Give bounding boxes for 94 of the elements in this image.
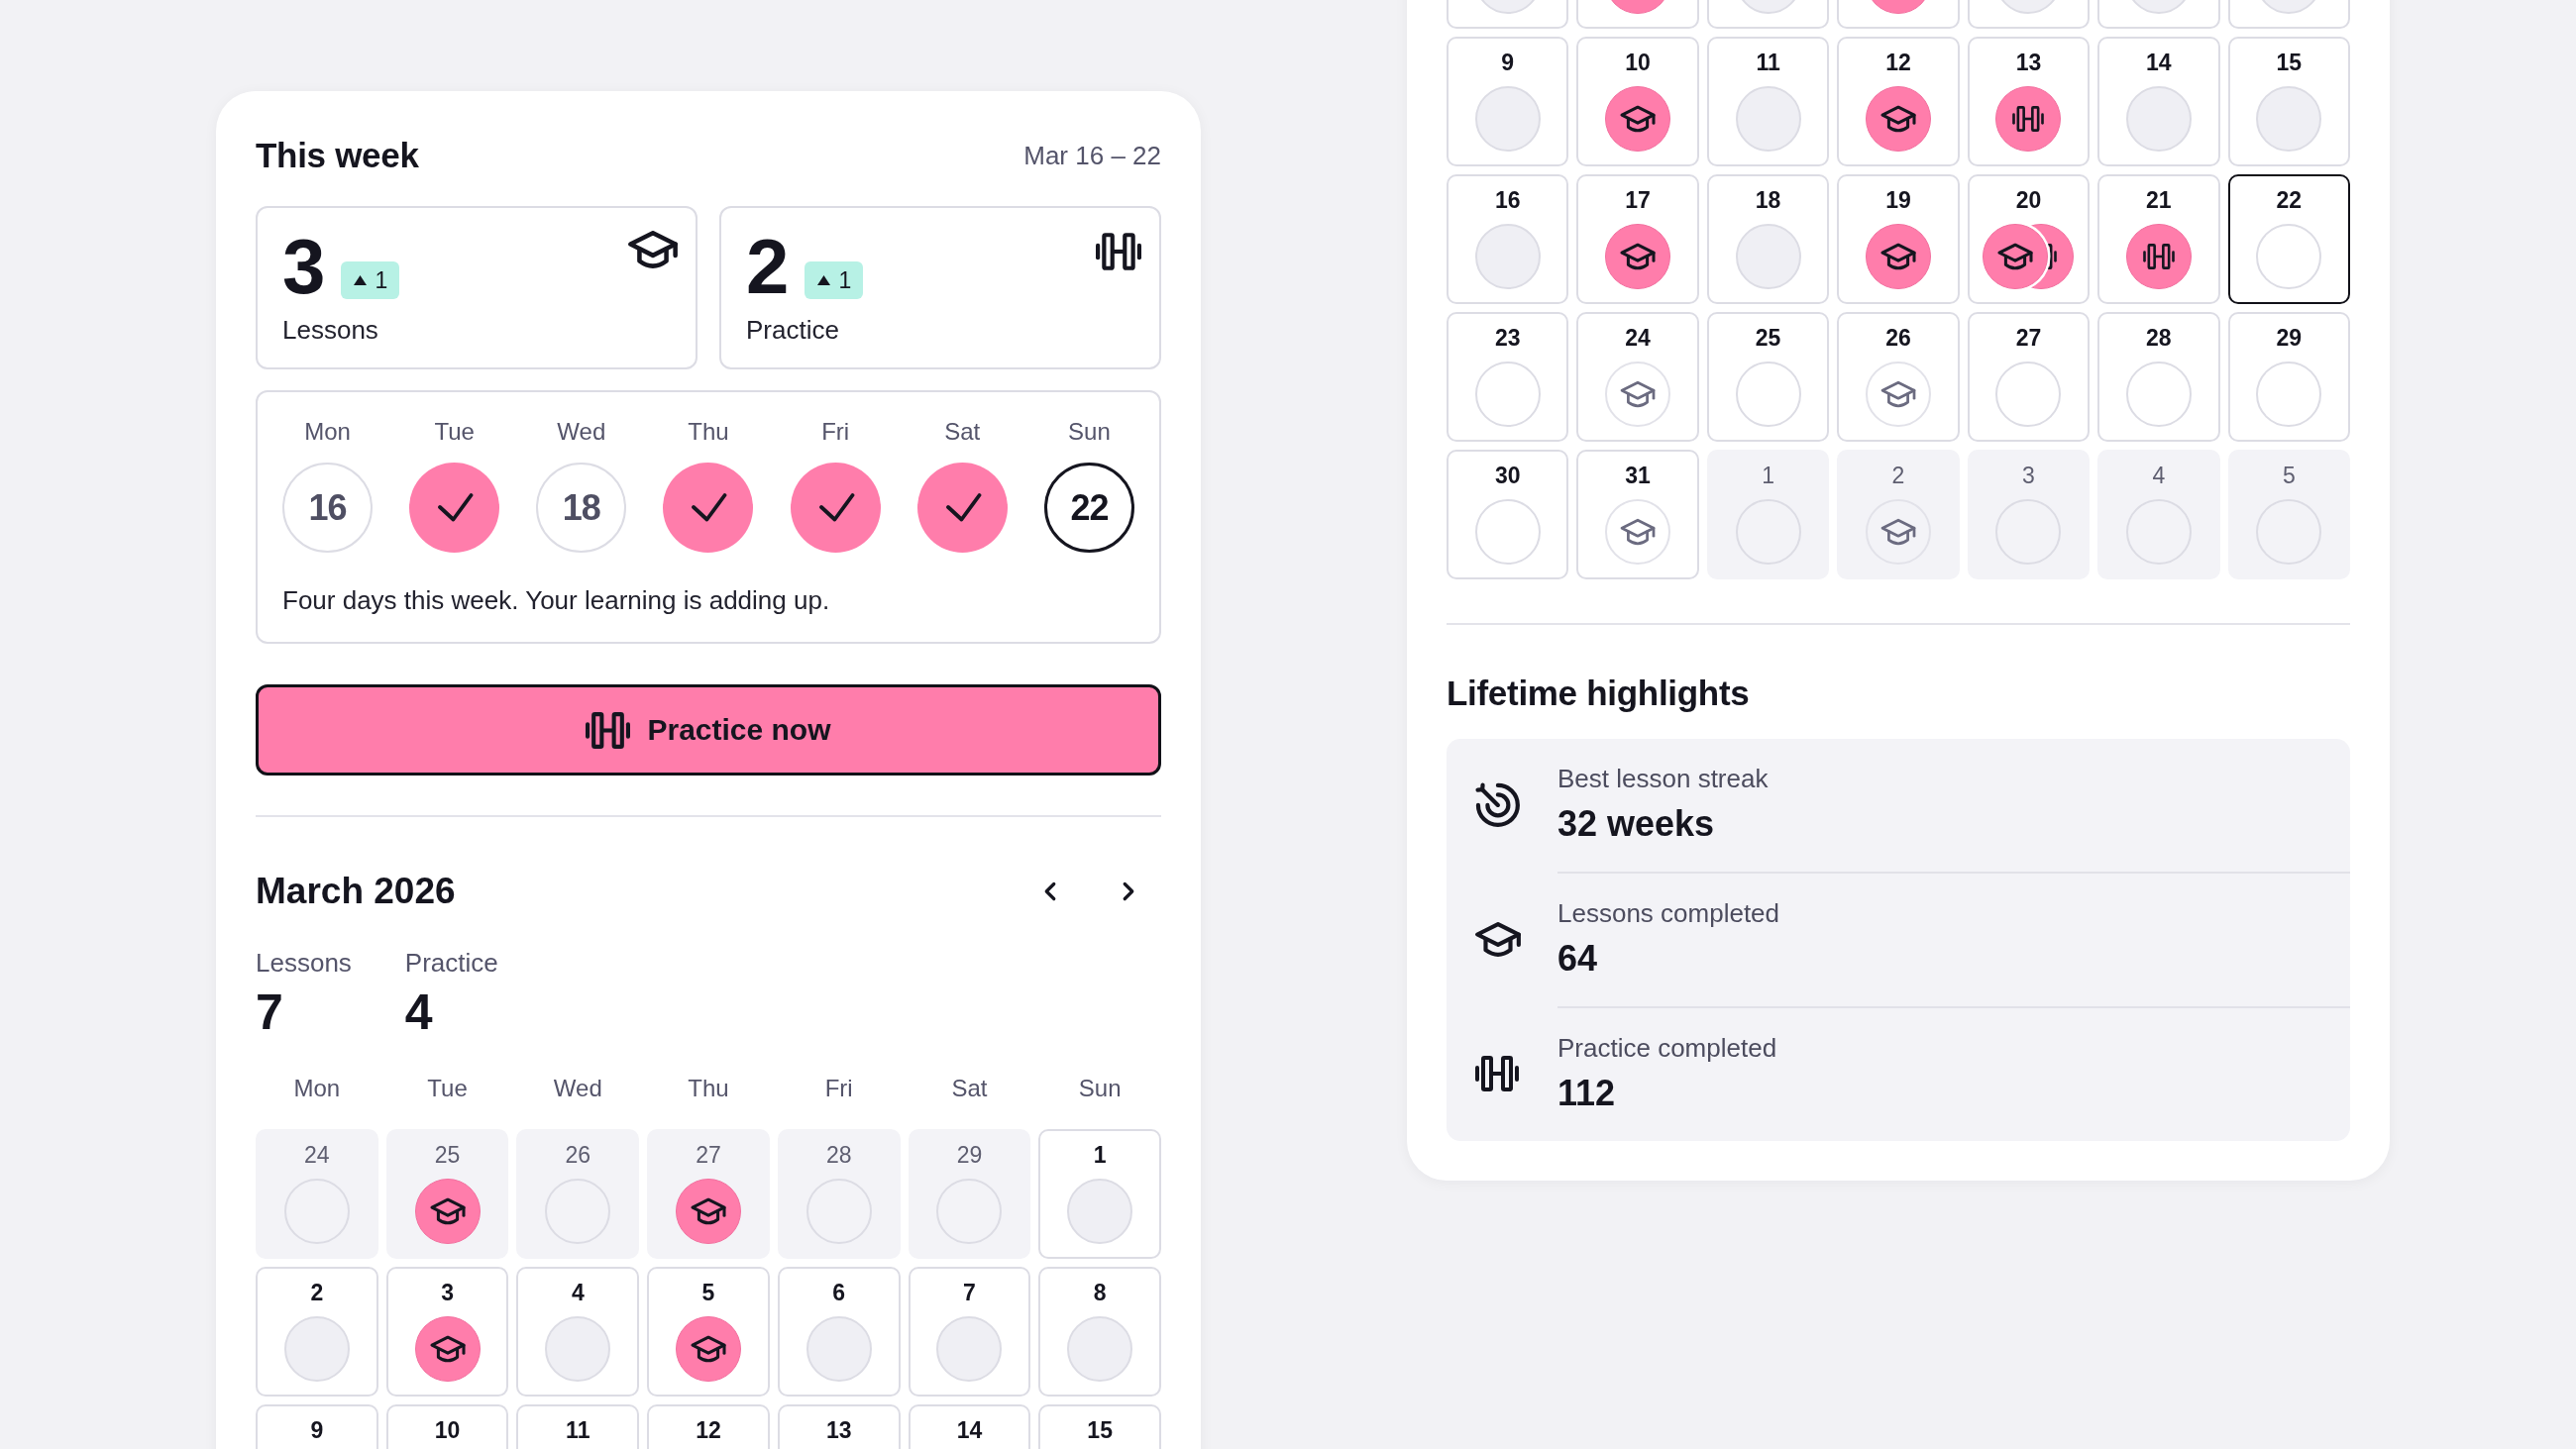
day-number: 8 (1093, 1279, 1107, 1307)
day-number: 21 (2146, 186, 2172, 215)
day-date: 22 (1043, 463, 1134, 553)
highlight-value: 32 weeks (1557, 802, 1715, 846)
day-number: 2 (310, 1279, 324, 1307)
day-number: 28 (825, 1141, 852, 1170)
day-number: 15 (2276, 49, 2303, 77)
weekday-label: Thu (688, 417, 729, 447)
day-number: 25 (434, 1141, 461, 1170)
day-number: 12 (1885, 49, 1911, 77)
change-value: 1 (838, 267, 852, 293)
dumbbell-icon (1096, 233, 1141, 270)
change-value: 1 (375, 267, 388, 293)
day-number: 17 (1625, 186, 1651, 215)
dumbbell-icon (1475, 1056, 1519, 1091)
total-label: Practice (404, 947, 498, 980)
weekday-label: Sat (951, 1074, 988, 1103)
weekday-label: Wed (557, 417, 606, 447)
highlight-label: Best lesson streak (1557, 763, 1769, 795)
day-number: 29 (956, 1141, 983, 1170)
day-number: 1 (1093, 1141, 1107, 1170)
day-number: 27 (696, 1141, 721, 1170)
day-number: 4 (571, 1279, 585, 1307)
day-number: 2 (1891, 462, 1905, 490)
section-title: Lifetime highlights (1447, 673, 1750, 714)
target-icon (1475, 782, 1521, 828)
day-number: 26 (1885, 324, 1911, 353)
day-number: 29 (2276, 324, 2303, 353)
weekday-label: Sun (1068, 417, 1111, 447)
day-number: 14 (956, 1416, 983, 1445)
day-number: 24 (304, 1141, 330, 1170)
highlight-value: 64 (1557, 937, 1598, 981)
highlight-label: Practice completed (1557, 1032, 1777, 1065)
day-number: 24 (1625, 324, 1651, 353)
graduation-cap-icon (1475, 921, 1521, 957)
total-label: Lessons (256, 947, 352, 980)
day-date: 18 (536, 463, 627, 553)
week-message: Four days this week. Your learning is adding up. (282, 584, 830, 617)
weekday-label: Wed (553, 1074, 602, 1103)
day-number: 7 (963, 1279, 976, 1307)
day-number: 20 (2015, 186, 2042, 215)
day-number: 11 (1756, 49, 1780, 77)
day-number: 19 (1885, 186, 1911, 215)
day-number: 4 (2152, 462, 2166, 490)
day-number: 27 (2015, 324, 2042, 353)
weekday-label: Mon (293, 1074, 341, 1103)
highlight-label: Lessons completed (1557, 897, 1780, 930)
day-number: 9 (310, 1416, 324, 1445)
highlight-value: 112 (1557, 1072, 1616, 1115)
dumbbell-icon (586, 711, 631, 749)
date-range: Mar 16 – 22 (1023, 140, 1161, 172)
day-number: 25 (1755, 324, 1781, 353)
total-value: 4 (404, 984, 433, 1040)
day-number: 28 (2146, 324, 2172, 353)
day-number: 12 (696, 1416, 721, 1445)
day-number: 15 (1087, 1416, 1113, 1445)
day-date: 16 (282, 463, 373, 553)
graduation-cap-icon (628, 231, 678, 268)
day-number: 31 (1625, 462, 1651, 490)
total-value: 7 (256, 984, 283, 1040)
weekday-label: Mon (304, 417, 351, 447)
weekday-label: Tue (427, 1074, 468, 1103)
day-number: 14 (2146, 49, 2172, 77)
month-title: March 2026 (256, 870, 456, 913)
day-number: 10 (1625, 49, 1651, 77)
day-number: 13 (825, 1416, 852, 1445)
day-number: 5 (2282, 462, 2296, 490)
day-number: 3 (441, 1279, 454, 1307)
stat-label: Practice (746, 314, 839, 347)
day-number: 1 (1762, 462, 1774, 490)
weekday-label: Sun (1078, 1074, 1122, 1103)
day-number: 22 (2276, 186, 2303, 215)
stat-label: Lessons (282, 314, 378, 347)
day-number: 18 (1755, 186, 1781, 215)
day-number: 26 (565, 1141, 591, 1170)
practice-now-button[interactable]: Practice now (256, 684, 1161, 776)
day-number: 23 (1494, 324, 1521, 353)
day-number: 10 (434, 1416, 461, 1445)
day-number: 13 (2015, 49, 2042, 77)
day-number: 6 (832, 1279, 846, 1307)
weekday-label: Tue (434, 417, 475, 447)
weekday-label: Thu (688, 1074, 729, 1103)
stat-value: 3 (282, 228, 326, 305)
day-number: 16 (1494, 186, 1521, 215)
day-number: 3 (2022, 462, 2035, 490)
weekday-label: Fri (821, 417, 850, 447)
day-number: 5 (701, 1279, 715, 1307)
day-number: 9 (1501, 49, 1515, 77)
weekday-label: Fri (824, 1074, 853, 1103)
stat-value: 2 (746, 228, 790, 305)
section-title: This week (256, 135, 419, 176)
weekday-label: Sat (944, 417, 981, 447)
day-number: 11 (566, 1416, 590, 1445)
day-number: 30 (1494, 462, 1521, 490)
